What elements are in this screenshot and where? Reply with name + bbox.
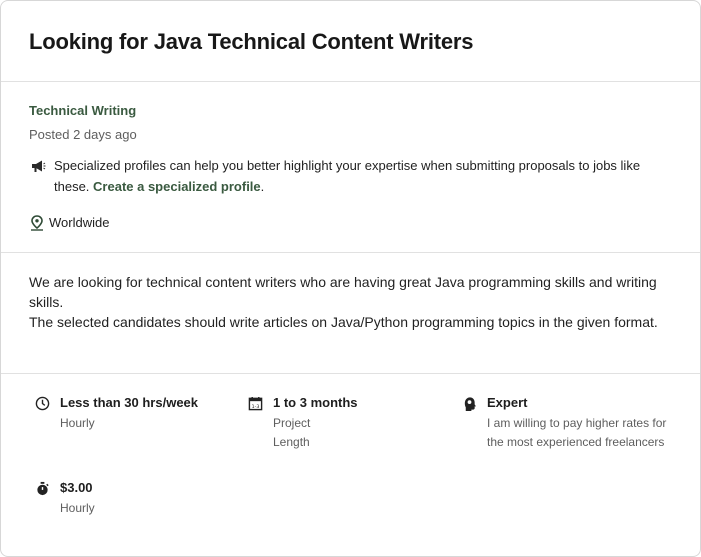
description-paragraph: We are looking for technical content wri… bbox=[29, 274, 657, 310]
description-paragraph: The selected candidates should write art… bbox=[29, 314, 658, 330]
clock-icon bbox=[35, 396, 50, 411]
megaphone-icon bbox=[32, 160, 46, 172]
job-title: Looking for Java Technical Content Write… bbox=[29, 29, 474, 54]
svg-text:1-3: 1-3 bbox=[252, 404, 260, 410]
length-label: Project Length bbox=[273, 416, 311, 449]
level-value: Expert bbox=[487, 395, 528, 410]
hours-value: Less than 30 hrs/week bbox=[60, 395, 199, 410]
level-description: I am willing to pay higher rates for the… bbox=[487, 416, 667, 449]
job-header: Looking for Java Technical Content Write… bbox=[1, 1, 700, 82]
rate-value: $3.00 bbox=[60, 480, 93, 495]
posted-date: Posted 2 days ago bbox=[29, 127, 137, 142]
notice-period: . bbox=[260, 179, 265, 194]
job-details-card: Looking for Java Technical Content Write… bbox=[0, 0, 701, 557]
hours-label: Hourly bbox=[60, 416, 95, 430]
divider bbox=[1, 373, 700, 374]
job-description: We are looking for technical content wri… bbox=[29, 272, 669, 332]
job-category-link[interactable]: Technical Writing bbox=[29, 103, 136, 118]
location-pin-icon bbox=[31, 215, 43, 231]
job-location: Worldwide bbox=[49, 215, 110, 230]
calendar-icon: 1-3 bbox=[248, 396, 263, 411]
create-specialized-profile-link[interactable]: Create a specialized profile bbox=[93, 179, 261, 194]
stopwatch-icon bbox=[37, 481, 49, 496]
specialized-profile-notice: Specialized profiles can help you better… bbox=[54, 155, 654, 197]
length-value: 1 to 3 months bbox=[273, 395, 358, 410]
brain-head-icon bbox=[464, 397, 477, 411]
rate-label: Hourly bbox=[60, 501, 95, 515]
